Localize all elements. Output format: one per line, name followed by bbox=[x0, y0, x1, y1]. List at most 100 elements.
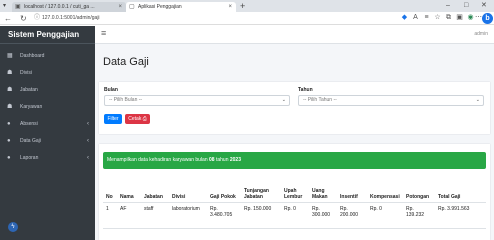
table-cell: AF bbox=[117, 202, 141, 229]
translate-icon[interactable]: A bbox=[411, 13, 420, 23]
tab-menu-icon[interactable]: ▾ bbox=[3, 1, 6, 11]
sidebar-item-label: Laporan bbox=[20, 155, 39, 161]
circle-icon: ● bbox=[7, 155, 11, 161]
info-icon: ⓘ bbox=[34, 15, 41, 21]
minimize-icon[interactable]: – bbox=[446, 1, 450, 11]
circle-icon: ● bbox=[7, 138, 11, 144]
sidebar-item-label: Data Gaji bbox=[20, 138, 41, 144]
table-cell: Rp. 0 bbox=[367, 202, 403, 229]
chevron-down-icon: ⌄ bbox=[281, 97, 286, 103]
bulan-select-value: -- Pilih Bulan -- bbox=[109, 97, 143, 103]
table-cell: Rp. 300.000 bbox=[309, 202, 337, 229]
chevron-down-icon: ⌄ bbox=[475, 97, 480, 103]
table-header-row: No Nama Jabatan Divisi Gaji Pokok Tunjan… bbox=[103, 178, 486, 203]
table-cell: Rp. 139.232 bbox=[403, 202, 435, 229]
top-navbar: ≡ admin bbox=[95, 26, 494, 44]
sidebar-item-absensi[interactable]: ● Absensi ‹ bbox=[0, 116, 95, 133]
bulan-select[interactable]: -- Pilih Bulan -- ⌄ bbox=[104, 95, 290, 106]
users-icon: ☗ bbox=[7, 87, 13, 93]
sidebar-item-label: Divisi bbox=[20, 70, 32, 76]
back-icon[interactable]: ← bbox=[4, 13, 12, 24]
table-cell: Rp. 3.480.705 bbox=[207, 202, 241, 229]
tab-label: Aplikasi Penggajian bbox=[138, 4, 182, 10]
address-bar: ← ↻ ⓘ 127.0.0.1:5001/admin/gaji ◆ A ≡ ☆ … bbox=[0, 12, 494, 25]
maximize-icon[interactable]: □ bbox=[464, 1, 468, 11]
column-header: Divisi bbox=[169, 178, 207, 203]
table-cell: laboratorium bbox=[169, 202, 207, 229]
sidebar-item-laporan[interactable]: ● Laporan ‹ bbox=[0, 150, 95, 167]
profile-icon[interactable]: b bbox=[482, 13, 493, 24]
sidebar-item-jabatan[interactable]: ☗ Jabatan bbox=[0, 82, 95, 99]
column-header: No bbox=[103, 178, 117, 203]
menu-toggle-icon[interactable]: ≡ bbox=[101, 28, 106, 38]
info-alert: Menampilkan data kehadiran karyawan bula… bbox=[103, 152, 486, 169]
browser-tab-active[interactable]: ▢ Aplikasi Penggajian × bbox=[126, 2, 236, 12]
salary-table: No Nama Jabatan Divisi Gaji Pokok Tunjan… bbox=[103, 178, 486, 229]
print-button[interactable]: Cetak ⎙ bbox=[125, 114, 150, 124]
print-icon: ⎙ bbox=[142, 116, 147, 122]
read-aloud-icon[interactable]: ≡ bbox=[422, 13, 431, 23]
sidebar-item-label: Dashboard bbox=[20, 53, 45, 59]
table-cell: Rp. 0 bbox=[281, 202, 309, 229]
chevron-left-icon: ‹ bbox=[87, 138, 89, 144]
sidebar: Sistem Penggajian ▦ Dashboard ☗ Divisi ☗… bbox=[0, 26, 95, 240]
user-name[interactable]: admin bbox=[474, 31, 488, 37]
column-header: Tunjangan Jabatan bbox=[241, 178, 281, 203]
column-header: Uang Makan bbox=[309, 178, 337, 203]
column-header: Total Gaji bbox=[435, 178, 486, 203]
new-tab-icon[interactable]: + bbox=[240, 1, 245, 11]
url-field[interactable]: ⓘ 127.0.0.1:5001/admin/gaji bbox=[34, 13, 394, 24]
column-header: Jabatan bbox=[141, 178, 169, 203]
users-icon: ☗ bbox=[7, 70, 13, 76]
column-header: Upah Lembur bbox=[281, 178, 309, 203]
close-tab-icon[interactable]: × bbox=[118, 2, 122, 12]
table-cell: Rp. 150.000 bbox=[241, 202, 281, 229]
print-button-label: Cetak bbox=[128, 116, 142, 122]
column-header: Kompensasi bbox=[367, 178, 403, 203]
browser-window: ▾ ▣ localhost / 127.0.0.1 / cuti_ga ... … bbox=[0, 0, 494, 240]
column-header: Gaji Pokok bbox=[207, 178, 241, 203]
close-tab-icon[interactable]: × bbox=[228, 2, 232, 12]
sidebar-item-label: Absensi bbox=[20, 121, 38, 127]
main-content: Data Gaji Bulan -- Pilih Bulan -- ⌄ Tahu… bbox=[95, 44, 494, 240]
table-cell: staff bbox=[141, 202, 169, 229]
filter-card: Bulan -- Pilih Bulan -- ⌄ Tahun -- Pilih… bbox=[99, 82, 490, 134]
bulan-label: Bulan bbox=[104, 87, 118, 93]
extensions-icon[interactable]: ⧉ bbox=[444, 13, 453, 23]
page-title: Data Gaji bbox=[103, 56, 149, 68]
table-row: 1 AF staff laboratorium Rp. 3.480.705 Rp… bbox=[103, 202, 486, 229]
page-icon: ▢ bbox=[129, 4, 135, 10]
browser-tab-phpmyadmin[interactable]: ▣ localhost / 127.0.0.1 / cuti_ga ... × bbox=[12, 2, 126, 12]
column-header: Potongan bbox=[403, 178, 435, 203]
tab-bar: ▾ ▣ localhost / 127.0.0.1 / cuti_ga ... … bbox=[0, 0, 494, 12]
tahun-label: Tahun bbox=[298, 87, 313, 93]
url-text: 127.0.0.1:5001/admin/gaji bbox=[42, 15, 100, 21]
salary-card: Menampilkan data kehadiran karyawan bula… bbox=[99, 144, 490, 240]
reload-icon[interactable]: ↻ bbox=[20, 13, 27, 24]
brand-title[interactable]: Sistem Penggajian bbox=[0, 26, 95, 44]
collections-icon[interactable]: ▣ bbox=[455, 13, 464, 23]
column-header: Nama bbox=[117, 178, 141, 203]
sidebar-item-label: Karyawan bbox=[20, 104, 43, 110]
tahun-select[interactable]: -- Pilih Tahun -- ⌄ bbox=[298, 95, 484, 106]
location-icon[interactable]: ◆ bbox=[400, 13, 409, 23]
alert-text-middle: tahun bbox=[214, 157, 230, 163]
alert-text: Menampilkan data kehadiran karyawan bula… bbox=[107, 157, 210, 163]
tahun-select-value: -- Pilih Tahun -- bbox=[303, 97, 337, 103]
bolt-icon[interactable]: ϟ bbox=[8, 222, 18, 232]
chevron-left-icon: ‹ bbox=[87, 121, 89, 127]
close-window-icon[interactable]: ✕ bbox=[481, 1, 487, 11]
circle-icon: ● bbox=[7, 121, 11, 127]
sidebar-item-dashboard[interactable]: ▦ Dashboard bbox=[0, 48, 95, 65]
favorite-icon[interactable]: ☆ bbox=[433, 13, 442, 23]
dashboard-icon: ▦ bbox=[7, 53, 13, 59]
table-cell: Rp. 200.000 bbox=[337, 202, 367, 229]
sidebar-item-label: Jabatan bbox=[20, 87, 38, 93]
sidebar-item-data-gaji[interactable]: ● Data Gaji ‹ bbox=[0, 133, 95, 150]
tab-label: localhost / 127.0.0.1 / cuti_ga ... bbox=[24, 4, 95, 10]
table-cell: Rp. 3.991.563 bbox=[435, 202, 486, 229]
filter-button[interactable]: Filter bbox=[104, 114, 122, 124]
sidebar-item-karyawan[interactable]: ☗ Karyawan bbox=[0, 99, 95, 116]
users-icon: ☗ bbox=[7, 104, 13, 110]
sidebar-item-divisi[interactable]: ☗ Divisi bbox=[0, 65, 95, 82]
